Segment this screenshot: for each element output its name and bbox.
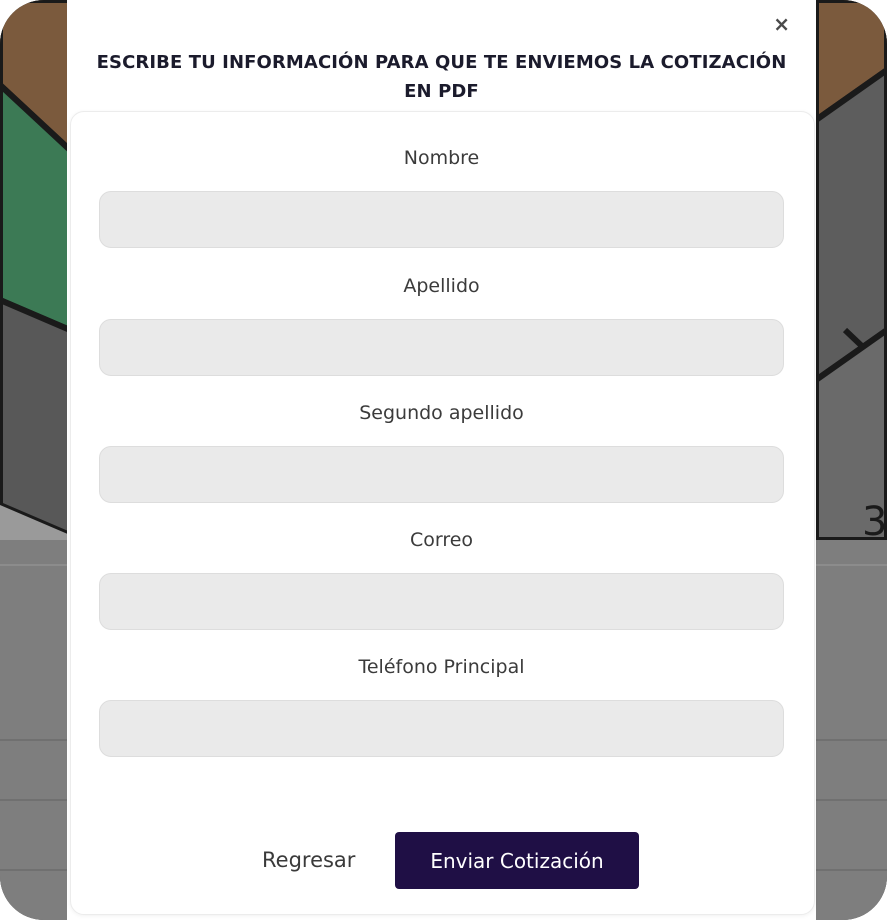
back-button[interactable]: Regresar [262,832,355,889]
correo-label: Correo [409,529,474,551]
app-frame: 3 × ESCRIBE TU INFORMACIÓN PARA QUE TE E… [0,0,887,920]
nombre-label: Nombre [403,147,480,169]
correo-input[interactable] [99,573,784,630]
send-quote-button[interactable]: Enviar Cotización [395,832,639,889]
field-correo: Correo [99,526,784,630]
segundo-apellido-input[interactable] [99,446,784,503]
telefono-input[interactable] [99,700,784,757]
modal-title-line2: EN PDF [404,81,479,102]
modal-title-line1: ESCRIBE TU INFORMACIÓN PARA QUE TE ENVIE… [96,52,787,73]
apellido-input[interactable] [99,319,784,376]
field-telefono: Teléfono Principal [99,653,784,757]
form-card: Nombre Apellido Segundo apellido Correo … [70,111,815,915]
field-apellido: Apellido [99,272,784,376]
telefono-label: Teléfono Principal [358,656,525,678]
field-segundo-apellido: Segundo apellido [99,399,784,503]
quote-modal: × ESCRIBE TU INFORMACIÓN PARA QUE TE ENV… [67,0,816,920]
modal-title: ESCRIBE TU INFORMACIÓN PARA QUE TE ENVIE… [67,48,816,106]
form-actions: Regresar Enviar Cotización [67,832,816,889]
segundo-apellido-label: Segundo apellido [359,402,524,424]
nombre-input[interactable] [99,191,784,248]
apellido-label: Apellido [403,275,480,297]
field-nombre: Nombre [99,144,784,248]
background-number: 3 [862,499,887,545]
close-icon[interactable]: × [773,14,790,34]
